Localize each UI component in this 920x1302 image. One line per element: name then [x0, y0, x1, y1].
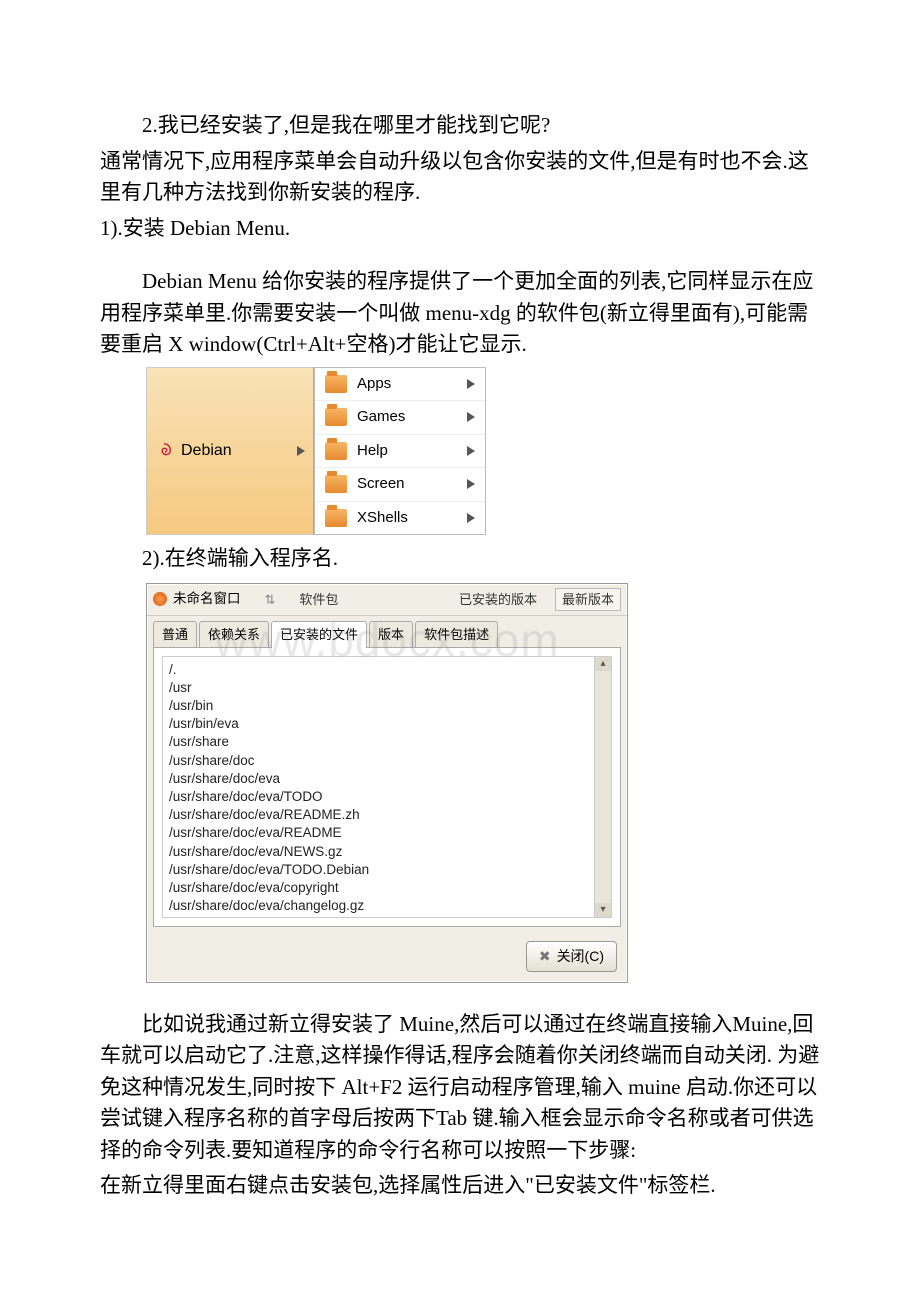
header-latest-version: 最新版本 — [555, 588, 621, 612]
folder-icon — [325, 408, 347, 426]
tab-dependencies[interactable]: 依赖关系 — [199, 621, 269, 648]
submenu-arrow-icon — [467, 479, 475, 489]
tab-content: /. /usr /usr/bin /usr/bin/eva /usr/share… — [153, 647, 621, 927]
package-properties-dialog: www.bdocx.com 未命名窗口 ⇅ 软件包 已安装的版本 最新版本 普通… — [146, 583, 628, 983]
debian-menu-figure: Debian Apps Games Help — [146, 367, 820, 536]
paragraph-7: 在新立得里面右键点击安装包,选择属性后进入"已安装文件"标签栏. — [100, 1170, 820, 1202]
menu-item-label: Screen — [357, 473, 405, 496]
menu-item-apps[interactable]: Apps — [315, 368, 485, 402]
paragraph-5: 2).在终端输入程序名. — [100, 543, 820, 575]
dialog-titlebar: 未命名窗口 ⇅ 软件包 已安装的版本 最新版本 — [147, 584, 627, 617]
submenu-panel: Apps Games Help Screen — [314, 367, 486, 536]
close-button[interactable]: ✖ 关闭(C) — [526, 941, 617, 972]
file-path: /usr/share/doc/eva/README — [169, 824, 605, 842]
file-path: /usr/share/doc/eva — [169, 770, 605, 788]
paragraph-1: 2.我已经安装了,但是我在哪里才能找到它呢? — [100, 110, 820, 142]
paragraph-3: 1).安装 Debian Menu. — [100, 213, 820, 245]
paragraph-4: Debian Menu 给你安装的程序提供了一个更加全面的列表,它同样显示在应用… — [100, 266, 820, 361]
window-title: 未命名窗口 — [173, 589, 241, 609]
menu-item-label: Apps — [357, 373, 391, 396]
folder-icon — [325, 375, 347, 393]
tab-description[interactable]: 软件包描述 — [415, 621, 498, 648]
installed-files-listbox[interactable]: /. /usr /usr/bin /usr/bin/eva /usr/share… — [162, 656, 612, 918]
file-path: /usr/share/doc/eva/changelog.Debian.gz — [169, 916, 605, 918]
menu-parent-item[interactable]: Debian — [146, 367, 314, 536]
menu-item-label: Help — [357, 440, 388, 463]
menu-item-help[interactable]: Help — [315, 435, 485, 469]
menu-item-xshells[interactable]: XShells — [315, 502, 485, 535]
debian-swirl-icon — [155, 442, 173, 460]
tabs-bar: 普通 依赖关系 已安装的文件 版本 软件包描述 — [147, 616, 627, 647]
submenu-arrow-icon — [467, 513, 475, 523]
scroll-up-icon[interactable]: ▴ — [595, 657, 611, 671]
file-path: /. — [169, 661, 605, 679]
folder-icon — [325, 475, 347, 493]
file-path: /usr/share/doc/eva/TODO — [169, 788, 605, 806]
window-icon — [153, 592, 167, 606]
header-installed-version: 已安装的版本 — [459, 590, 537, 610]
file-path: /usr/share — [169, 733, 605, 751]
menu-item-screen[interactable]: Screen — [315, 468, 485, 502]
close-button-label: 关闭(C) — [557, 946, 604, 967]
submenu-arrow-icon — [467, 446, 475, 456]
file-path: /usr/bin — [169, 697, 605, 715]
scroll-down-icon[interactable]: ▾ — [595, 903, 611, 917]
file-path: /usr/share/doc/eva/NEWS.gz — [169, 843, 605, 861]
submenu-arrow-icon — [467, 379, 475, 389]
paragraph-2: 通常情况下,应用程序菜单会自动升级以包含你安装的文件,但是有时也不会.这里有几种… — [100, 146, 820, 209]
menu-parent-label: Debian — [181, 439, 232, 463]
folder-icon — [325, 442, 347, 460]
menu-item-label: XShells — [357, 507, 408, 530]
tab-versions[interactable]: 版本 — [369, 621, 413, 648]
menu-item-label: Games — [357, 406, 405, 429]
paragraph-6: 比如说我通过新立得安装了 Muine,然后可以通过在终端直接输入Muine,回车… — [100, 1009, 820, 1167]
tab-general[interactable]: 普通 — [153, 621, 197, 648]
file-path: /usr/share/doc/eva/README.zh — [169, 806, 605, 824]
tab-installed-files[interactable]: 已安装的文件 — [271, 621, 367, 648]
file-path: /usr/bin/eva — [169, 715, 605, 733]
file-path: /usr/share/doc — [169, 752, 605, 770]
header-package: 软件包 — [299, 590, 338, 610]
scrollbar[interactable]: ▴ ▾ — [594, 657, 611, 917]
menu-item-games[interactable]: Games — [315, 401, 485, 435]
submenu-arrow-icon — [467, 412, 475, 422]
folder-icon — [325, 509, 347, 527]
close-icon: ✖ — [539, 946, 551, 967]
file-path: /usr/share/doc/eva/TODO.Debian — [169, 861, 605, 879]
file-path: /usr/share/doc/eva/copyright — [169, 879, 605, 897]
submenu-arrow-icon — [297, 446, 305, 456]
file-path: /usr/share/doc/eva/changelog.gz — [169, 897, 605, 915]
file-path: /usr — [169, 679, 605, 697]
